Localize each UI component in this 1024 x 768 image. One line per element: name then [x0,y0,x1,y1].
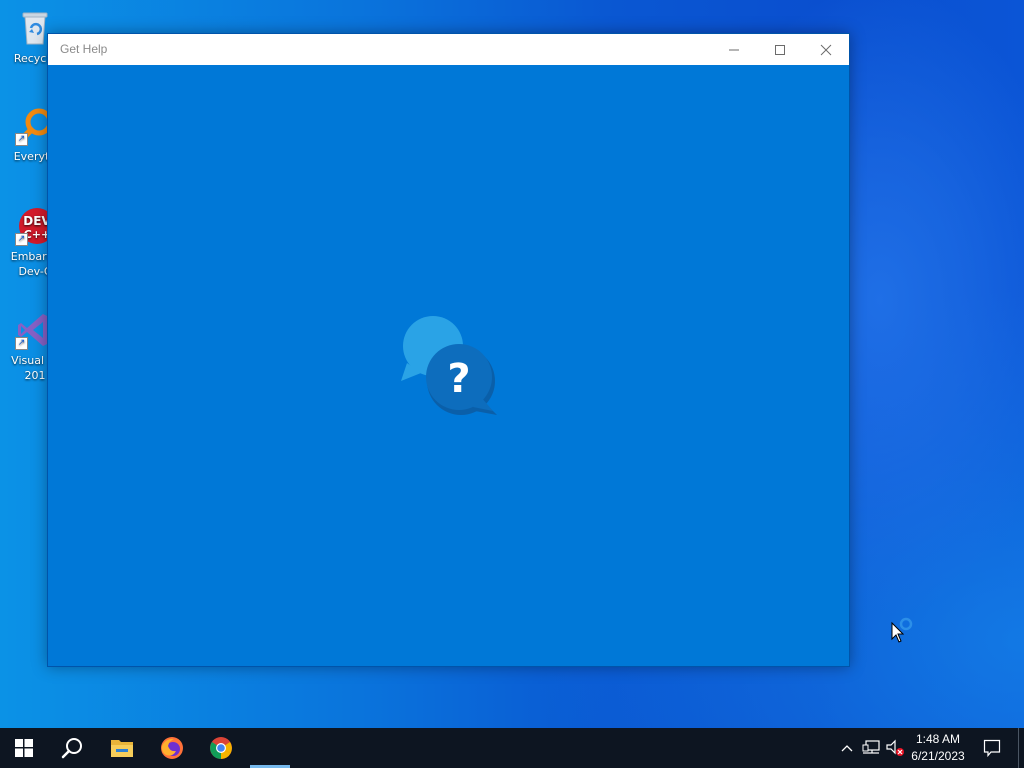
maximize-icon [775,44,785,55]
shortcut-arrow-icon: ↗ [15,337,28,350]
windows-logo-icon [15,739,33,757]
desktop: Recycle ↗ Everyth DEV C++ ↗ Embarca Dev-… [0,0,1024,728]
shortcut-arrow-icon: ↗ [15,233,28,246]
close-button[interactable] [803,34,849,65]
shortcut-arrow-icon: ↗ [15,133,28,146]
network-button[interactable] [860,728,882,768]
get-help-icon: ? [397,315,501,419]
volume-muted-icon [886,739,904,756]
taskbar-chrome[interactable] [197,728,245,768]
folder-icon [111,740,133,757]
search-icon [61,738,82,759]
window-title: Get Help [60,42,108,56]
show-desktop-button[interactable] [1018,728,1024,768]
clock-date: 6/21/2023 [911,749,965,763]
taskbar: 1:48 AM 6/21/2023 [0,728,1024,768]
minimize-icon [729,49,739,50]
volume-button[interactable] [884,728,906,768]
maximize-button[interactable] [757,34,803,65]
network-icon [862,740,880,754]
chevron-up-icon [841,745,853,752]
start-button[interactable] [0,728,48,768]
close-icon [820,44,832,55]
get-help-window[interactable]: Get Help ? [47,33,850,667]
window-titlebar[interactable]: Get Help [48,34,849,65]
taskbar-firefox[interactable] [148,728,196,768]
svg-text:?: ? [447,356,470,402]
search-button[interactable] [48,728,96,768]
show-hidden-icons-button[interactable] [838,728,856,768]
minimize-button[interactable] [711,34,757,65]
window-content: ? [48,65,849,666]
clock-time: 1:48 AM [915,732,961,746]
chrome-icon [210,737,232,759]
mouse-cursor-busy-icon [891,617,915,643]
notifications-icon [983,739,1001,757]
firefox-icon [161,737,183,759]
taskbar-file-explorer[interactable] [98,728,146,768]
action-center-button[interactable] [978,728,1006,768]
taskbar-clock[interactable]: 1:48 AM 6/21/2023 [905,731,971,765]
